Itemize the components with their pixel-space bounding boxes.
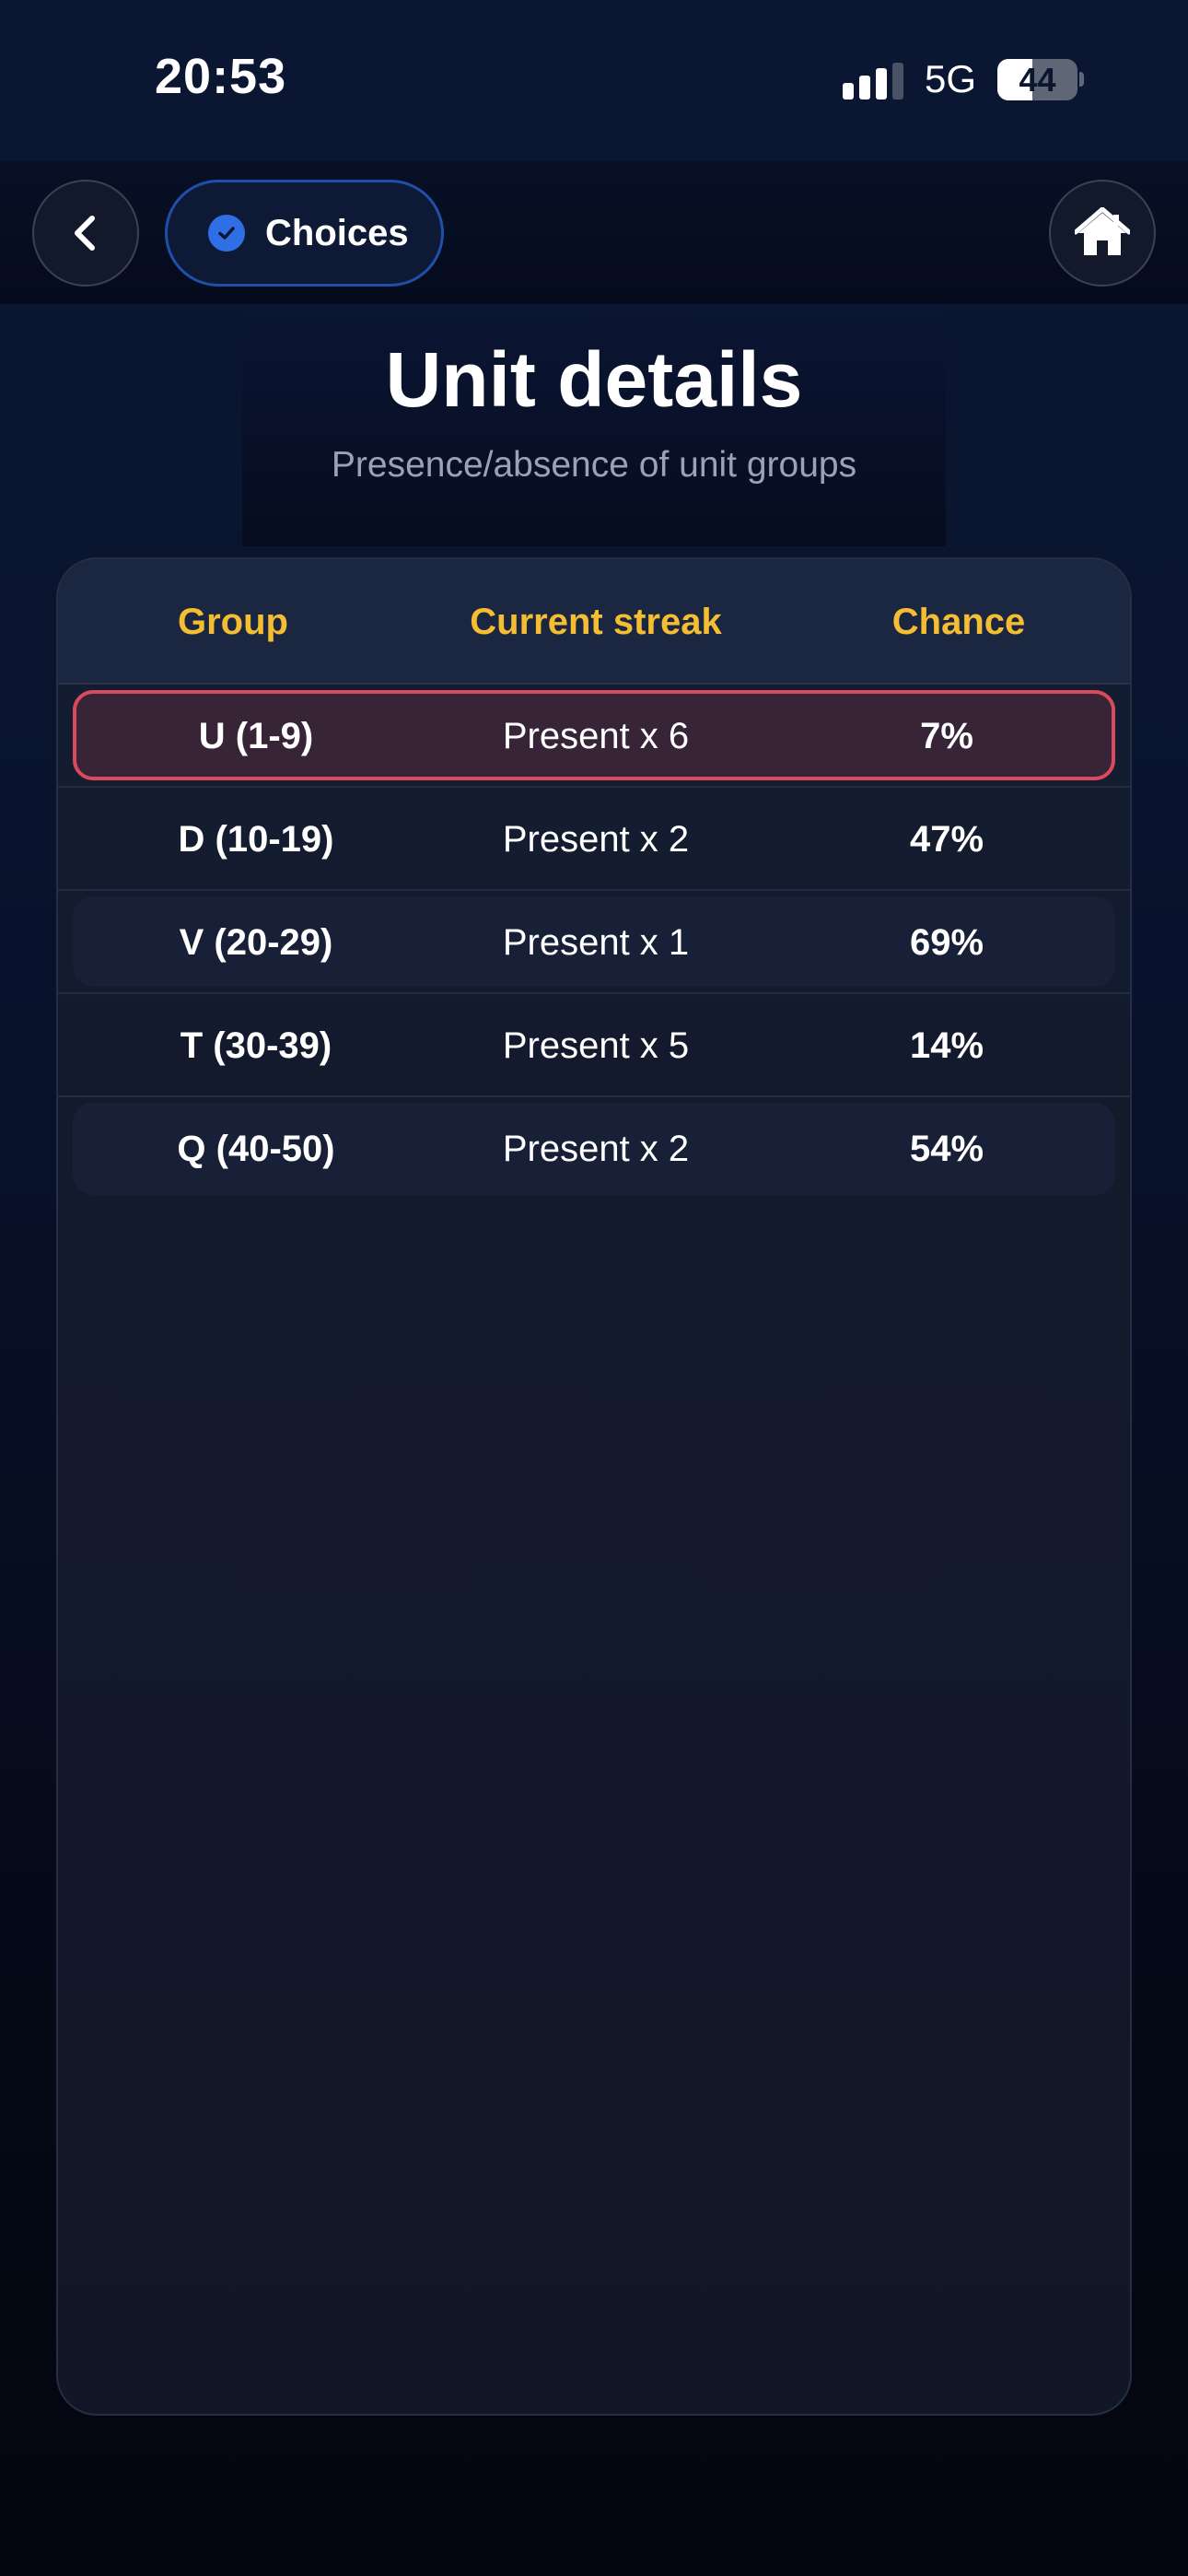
page-subtitle: Presence/absence of unit groups [331,445,857,485]
cell-streak: Present x 5 [502,1025,690,1066]
cell-chance: 14% [909,1025,984,1066]
battery-tip [1079,72,1084,87]
table-row[interactable]: U (1-9) Present x 6 7% [58,685,1130,788]
page-title: Unit details [385,336,803,423]
header-card: Unit details Presence/absence of unit gr… [242,304,946,546]
cell-streak: Present x 2 [502,819,690,860]
home-button[interactable] [1049,180,1156,287]
nav-bar: Choices [0,161,1188,304]
choices-button[interactable]: Choices [165,180,444,287]
cell-streak: Present x 1 [502,922,690,963]
cell-group: V (20-29) [179,922,333,963]
column-header-chance: Chance [891,602,1026,642]
cell-chance: 7% [920,716,973,756]
table-header: Group Current streak Chance [58,559,1130,685]
signal-icon [843,63,903,100]
home-icon [1075,207,1130,255]
column-header-group: Group [178,602,288,642]
cell-group: Q (40-50) [177,1129,335,1169]
status-time: 20:53 [155,49,287,104]
unit-groups-table: Group Current streak Chance U (1-9) Pres… [56,557,1132,2416]
table-row[interactable]: T (30-39) Present x 5 14% [58,994,1130,1097]
cell-group: D (10-19) [178,819,334,860]
choices-label: Choices [265,212,409,253]
status-bar: 20:53 5G 44 [0,0,1188,161]
cell-chance: 54% [909,1129,984,1169]
battery-level: 44 [1019,61,1056,99]
cell-group: U (1-9) [198,716,314,756]
check-circle-icon [208,215,245,252]
cell-chance: 47% [909,819,984,860]
cell-streak: Present x 6 [502,716,690,756]
cell-chance: 69% [909,922,984,963]
back-button[interactable] [32,180,139,287]
table-row[interactable]: Q (40-50) Present x 2 54% [58,1097,1130,1200]
table-row[interactable]: D (10-19) Present x 2 47% [58,788,1130,891]
cell-group: T (30-39) [180,1025,332,1066]
column-header-streak: Current streak [470,602,722,642]
cell-streak: Present x 2 [502,1129,690,1169]
table-row[interactable]: V (20-29) Present x 1 69% [58,891,1130,994]
battery-icon: 44 [997,59,1077,100]
network-type: 5G [925,57,977,100]
chevron-left-icon [75,216,95,251]
